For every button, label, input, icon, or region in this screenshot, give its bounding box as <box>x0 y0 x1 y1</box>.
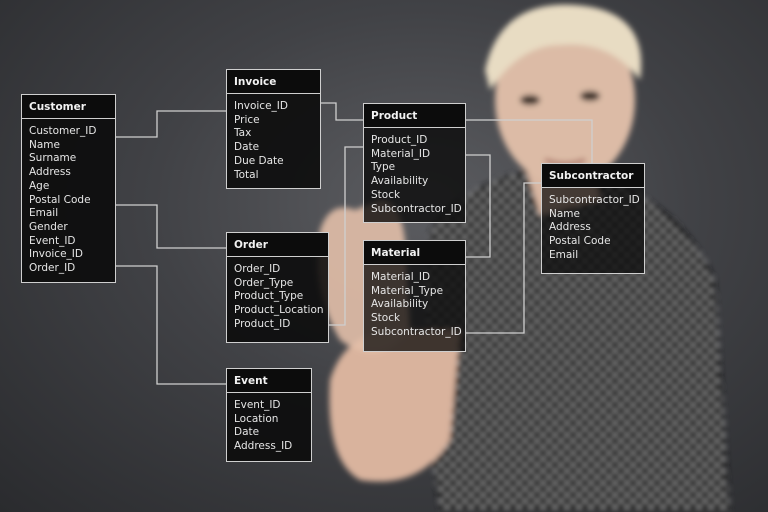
table-field: Stock <box>371 188 401 201</box>
table-field: Order_ID <box>234 263 281 275</box>
table-order[interactable]: Order Order_ID Order_Type Product_Type Produ… <box>226 232 329 343</box>
table-field: Address <box>29 166 71 179</box>
table-field: Material_Type <box>371 284 444 297</box>
table-field: Material_ID <box>371 147 431 160</box>
table-title: Invoice <box>227 70 320 94</box>
table-field: Product_Location <box>234 304 324 317</box>
table-title: Customer <box>22 95 115 119</box>
field-list: Material_ID Material_Type Availability Stoc… <box>364 265 465 345</box>
table-field: Event_ID <box>29 234 76 247</box>
table-field: Product_ID <box>234 317 291 330</box>
table-field: Address_ID <box>234 440 293 453</box>
table-field: Name <box>29 138 60 151</box>
field-list: Product_ID Material_ID Type Availability Sto… <box>364 128 465 221</box>
table-field: Total <box>234 168 259 181</box>
table-event[interactable]: Event Event_ID Location Date Address_ID <box>226 368 312 462</box>
table-field: Due Date <box>234 154 284 167</box>
link-product-order <box>328 146 363 326</box>
table-field: Product_Type <box>234 290 304 303</box>
table-field: Invoice_ID <box>29 248 83 261</box>
table-field: Location <box>234 412 279 425</box>
field-list: Event_ID Location Date Address_ID <box>227 393 311 459</box>
table-title: Event <box>227 369 311 393</box>
field-list: Customer_ID Name Surname Address Age Postal C… <box>22 119 115 281</box>
table-field: Availability <box>371 175 429 188</box>
table-title: Order <box>227 233 328 257</box>
table-field: Address <box>549 221 591 234</box>
table-field: Date <box>234 141 260 154</box>
table-subcontractor[interactable]: Subcontractor Subcontractor_ID Name Address… <box>541 163 645 274</box>
table-field: Email <box>549 248 579 261</box>
table-field: Customer_ID <box>29 125 97 137</box>
table-field: Age <box>29 179 50 192</box>
table-field: Name <box>549 207 580 220</box>
table-field: Event_ID <box>234 399 281 411</box>
table-field: Order_Type <box>234 276 294 289</box>
table-field: Order_ID <box>29 262 76 275</box>
table-field: Date <box>234 426 260 439</box>
link-customer-event <box>115 265 226 385</box>
table-field: Gender <box>29 220 68 233</box>
table-field: Subcontractor_ID <box>371 202 462 215</box>
field-list: Subcontractor_ID Name Address Postal Code Em… <box>542 188 644 268</box>
table-title: Product <box>364 104 465 128</box>
table-field: Postal Code <box>29 193 91 206</box>
table-field: Subcontractor_ID <box>549 194 640 206</box>
table-field: Stock <box>371 312 401 325</box>
table-invoice[interactable]: Invoice Invoice_ID Price Tax Date Due Date Tot… <box>226 69 321 189</box>
table-field: Material_ID <box>371 271 431 283</box>
table-title: Material <box>364 241 465 265</box>
table-field: Email <box>29 207 59 220</box>
table-material[interactable]: Material Material_ID Material_Type Availabi… <box>363 240 466 352</box>
table-field: Tax <box>234 127 252 140</box>
table-field: Surname <box>29 152 77 165</box>
field-list: Invoice_ID Price Tax Date Due Date Total <box>227 94 320 187</box>
link-product-subcontractor <box>465 119 593 163</box>
table-field: Postal Code <box>549 235 611 248</box>
table-field: Subcontractor_ID <box>371 325 462 338</box>
table-field: Product_ID <box>371 134 428 146</box>
link-material-subcontractor <box>465 182 541 334</box>
link-invoice-product <box>320 102 363 121</box>
link-customer-order <box>115 204 226 249</box>
table-title: Subcontractor <box>542 164 644 188</box>
table-field: Availability <box>371 298 429 311</box>
table-product[interactable]: Product Product_ID Material_ID Type Availabi… <box>363 103 466 223</box>
table-field: Type <box>371 161 396 174</box>
link-product-material <box>465 154 491 258</box>
table-field: Invoice_ID <box>234 100 288 112</box>
table-field: Price <box>234 113 260 126</box>
field-list: Order_ID Order_Type Product_Type Product_Lo… <box>227 257 328 337</box>
table-customer[interactable]: Customer Customer_ID Name Surname Address Age… <box>21 94 116 283</box>
link-customer-invoice <box>115 110 226 138</box>
